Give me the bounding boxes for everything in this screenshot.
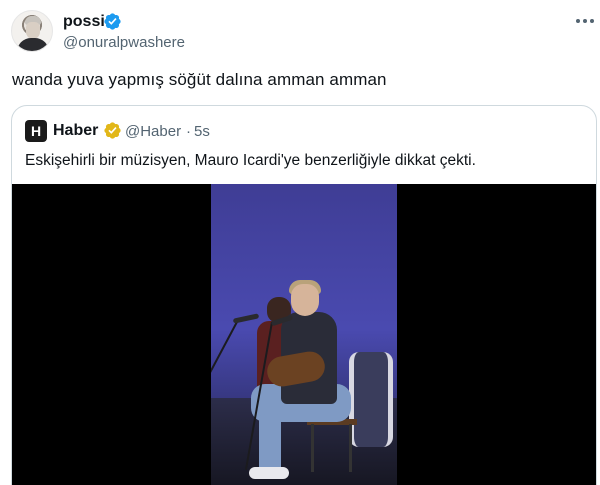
tweet-text: wanda yuva yapmış söğüt dalına amman amm… xyxy=(12,70,387,89)
quoted-timestamp[interactable]: 5s xyxy=(194,123,210,140)
tweet: possi @onuralpwashere wanda yuva yapmış … xyxy=(0,0,600,485)
more-icon[interactable] xyxy=(576,14,596,28)
quoted-display-name[interactable]: Haber xyxy=(53,122,98,140)
quoted-text: Eskişehirli bir müzisyen, Mauro Icardi'y… xyxy=(25,152,476,169)
quoted-handle[interactable]: @Haber xyxy=(125,123,181,140)
verified-badge-icon xyxy=(104,13,121,30)
author-display-name[interactable]: possi xyxy=(63,13,105,31)
author-handle[interactable]: @onuralpwashere xyxy=(63,34,185,51)
quoted-avatar[interactable]: H xyxy=(25,120,47,142)
avatar[interactable] xyxy=(11,10,53,52)
gold-verified-badge-icon xyxy=(104,122,121,139)
separator-dot: · xyxy=(186,123,191,140)
video-frame[interactable] xyxy=(211,184,397,485)
video-player[interactable] xyxy=(12,184,596,485)
quoted-tweet[interactable]: H Haber @Haber · 5s Eskişehirli bir müzi… xyxy=(11,105,597,485)
